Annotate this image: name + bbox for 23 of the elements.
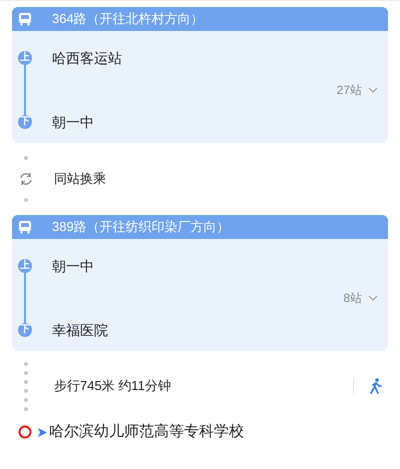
bus-icon	[18, 12, 32, 26]
stop-name: 哈西客运站	[52, 51, 123, 65]
route-title: 364路（开往北杵村方向）	[52, 10, 204, 28]
walking-person-icon[interactable]	[370, 378, 382, 394]
transfer-text: 同站换乘	[54, 170, 106, 188]
stop-marker: 下	[18, 115, 32, 129]
chevron-down-icon[interactable]	[368, 295, 378, 301]
destination-name: 哈尔滨幼儿师范高等专科学校	[49, 422, 244, 442]
arrow-icon	[38, 428, 47, 437]
destination-icon	[18, 425, 32, 440]
stop-name: 幸福医院	[52, 323, 109, 337]
bus-icon	[18, 220, 32, 234]
stop-name: 朝一中	[52, 115, 95, 129]
transfer-icon	[19, 172, 33, 186]
stop-name: 朝一中	[52, 259, 95, 273]
stop-count[interactable]: 27站	[336, 81, 362, 99]
stop-marker: 上	[18, 51, 32, 65]
walk-text: 步行745米 约11分钟	[54, 377, 172, 396]
route-title: 389路（开往纺织印染厂方向）	[52, 218, 230, 236]
stop-marker: 下	[18, 323, 32, 337]
stop-marker: 上	[18, 259, 32, 273]
stop-count[interactable]: 8站	[343, 289, 362, 307]
chevron-down-icon[interactable]	[368, 87, 378, 93]
